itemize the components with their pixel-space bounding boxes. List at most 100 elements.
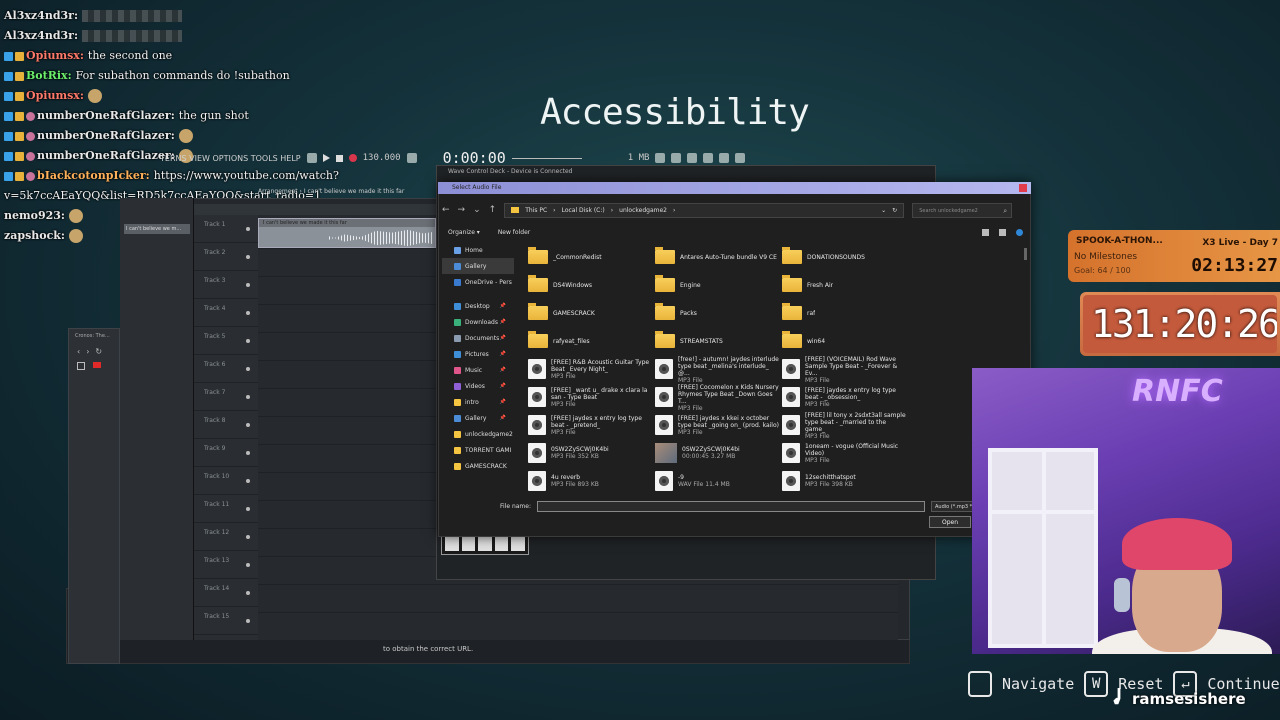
close-icon[interactable] <box>1019 184 1027 192</box>
chat-username[interactable]: Al3xz4nd3r: <box>4 29 78 42</box>
track-header[interactable]: Track 8 <box>194 411 258 439</box>
chat-username[interactable]: Al3xz4nd3r: <box>4 9 78 22</box>
track-mute-icon[interactable] <box>246 339 250 343</box>
file-item[interactable]: [FREE] R&B Acoustic Guitar Type Beat _Ev… <box>528 356 652 382</box>
sidebar-item[interactable]: Videos 📌 <box>442 378 514 394</box>
chat-username[interactable]: Opiumsx: <box>26 89 84 102</box>
folder-item[interactable]: STREAMSTATS <box>655 328 779 354</box>
browser-clip[interactable]: I can't believe we m... <box>124 224 190 234</box>
tool-icon[interactable] <box>703 153 714 163</box>
master-slider[interactable] <box>511 157 582 159</box>
folder-item[interactable]: DS4Windows <box>528 272 652 298</box>
tool-icon[interactable] <box>719 153 730 163</box>
chat-username[interactable]: BotRix: <box>26 69 72 82</box>
sidebar-item[interactable]: Desktop 📌 <box>442 298 514 314</box>
scrollbar[interactable] <box>1024 248 1027 260</box>
folder-item[interactable]: Engine <box>655 272 779 298</box>
track-mute-icon[interactable] <box>246 395 250 399</box>
track-mute-icon[interactable] <box>246 311 250 315</box>
crumb[interactable]: unlockedgame2 <box>619 207 667 214</box>
back-icon[interactable]: ← <box>442 205 450 215</box>
refresh-icon[interactable]: ↻ <box>892 207 897 214</box>
track-mute-icon[interactable] <box>246 423 250 427</box>
sidebar-item[interactable]: Gallery 📌 <box>442 410 514 426</box>
track-mute-icon[interactable] <box>246 591 250 595</box>
sidebar-item[interactable]: Music 📌 <box>442 362 514 378</box>
track-mute-icon[interactable] <box>246 507 250 511</box>
forward-icon[interactable]: → <box>458 205 466 215</box>
file-item[interactable]: 12sechitthatspot MP3 File 398 KB <box>782 468 906 494</box>
file-item[interactable]: [FREE] jaydes x entry log type beat - _p… <box>528 412 652 438</box>
file-item[interactable]: [FREE] (VOICEMAIL) Rod Wave Sample Type … <box>782 356 906 382</box>
folder-item[interactable]: DONATIONSOUNDS <box>782 244 906 270</box>
track-mute-icon[interactable] <box>246 227 250 231</box>
chevron-down-icon[interactable]: ⌄ <box>473 205 481 215</box>
crumb[interactable]: Local Disk (C:) <box>562 207 605 214</box>
chat-username[interactable]: numberOneRafGlazer: <box>37 109 175 122</box>
record-icon[interactable] <box>348 154 357 162</box>
folder-item[interactable]: rafyeat_files <box>528 328 652 354</box>
track-header[interactable]: Track 4 <box>194 299 258 327</box>
tempo-display[interactable]: 130.000 <box>363 153 401 163</box>
file-item[interactable]: 1oneam - vogue (Official Music Video) MP3… <box>782 440 906 466</box>
track-mute-icon[interactable] <box>246 535 250 539</box>
organize-button[interactable]: Organize ▾ <box>448 229 480 236</box>
file-type-select[interactable]: Audio (*.mp3 * <box>930 500 975 512</box>
track-mute-icon[interactable] <box>246 619 250 623</box>
sidebar-item[interactable]: Pictures 📌 <box>442 346 514 362</box>
track-header[interactable]: Track 6 <box>194 355 258 383</box>
file-item[interactable]: [FREE] _want u_ drake x clara la san - T… <box>528 384 652 410</box>
track-mute-icon[interactable] <box>246 255 250 259</box>
open-button[interactable]: Open <box>929 516 971 528</box>
file-item[interactable]: 0SW2ZySCWj0K4bi MP3 File 352 KB <box>528 440 652 466</box>
folder-item[interactable]: GAMESCRACK <box>528 300 652 326</box>
forward-icon[interactable]: › <box>86 347 89 356</box>
track-mute-icon[interactable] <box>246 563 250 567</box>
folder-item[interactable]: raf <box>782 300 906 326</box>
folder-item[interactable]: Fresh Air <box>782 272 906 298</box>
track-header[interactable]: Track 1 <box>194 215 258 243</box>
folder-item[interactable]: win64 <box>782 328 906 354</box>
chevron-down-icon[interactable]: ⌄ <box>881 207 886 214</box>
stop-icon[interactable] <box>335 154 343 162</box>
sidebar-item[interactable]: intro 📌 <box>442 394 514 410</box>
tool-icon[interactable] <box>671 153 682 163</box>
youtube-icon[interactable] <box>93 362 101 368</box>
tool-icon[interactable] <box>655 153 666 163</box>
help-icon[interactable] <box>1016 228 1023 236</box>
file-item[interactable]: -9 WAV File 11.4 MB <box>655 468 779 494</box>
file-name-input[interactable] <box>536 500 925 512</box>
sidebar-item[interactable]: TORRENT GAMI <box>442 442 514 458</box>
track-mute-icon[interactable] <box>246 283 250 287</box>
folder-item[interactable]: _CommonRedist <box>528 244 652 270</box>
track-header[interactable]: Track 5 <box>194 327 258 355</box>
file-item[interactable]: 0SW2ZySCWj0K4bi 00:00:45 3.27 MB <box>655 440 779 466</box>
chat-username[interactable]: nemo923: <box>4 209 65 222</box>
track-mute-icon[interactable] <box>246 451 250 455</box>
view-icon[interactable] <box>982 228 989 236</box>
chat-username[interactable]: numberOneRafGlazer: <box>37 149 175 162</box>
track-header[interactable]: Track 11 <box>194 495 258 523</box>
daw-menu[interactable]: TERNS VIEW OPTIONS TOOLS HELP <box>160 154 301 163</box>
file-item[interactable]: [FREE] jaydes x kkei x october type beat… <box>655 412 779 438</box>
track-header[interactable]: Track 2 <box>194 243 258 271</box>
sidebar-item[interactable]: OneDrive - Pers <box>442 274 514 290</box>
up-icon[interactable]: ↑ <box>489 205 497 215</box>
track-header[interactable]: Track 15 <box>194 607 258 635</box>
sidebar-item[interactable]: Documents 📌 <box>442 330 514 346</box>
address-bar[interactable]: This PC › Local Disk (C:) › unlockedgame… <box>504 202 905 218</box>
track-mute-icon[interactable] <box>246 367 250 371</box>
file-item[interactable]: 4u reverb MP3 File 893 KB <box>528 468 652 494</box>
track-header[interactable]: Track 7 <box>194 383 258 411</box>
track-header[interactable]: Track 14 <box>194 579 258 607</box>
sidebar-item[interactable]: Home <box>442 242 514 258</box>
sidebar-item[interactable]: Gallery <box>442 258 514 274</box>
reload-icon[interactable]: ↻ <box>95 347 102 356</box>
new-folder-button[interactable]: New folder <box>498 229 530 236</box>
audio-clip[interactable]: I can't believe we made it this far <box>258 218 436 248</box>
track-mute-icon[interactable] <box>246 479 250 483</box>
tool-icon[interactable] <box>687 153 698 163</box>
back-icon[interactable]: ‹ <box>77 347 80 356</box>
browser-tab[interactable]: Cronos: The... <box>69 329 119 343</box>
sidebar-item[interactable]: GAMESCRACK <box>442 458 514 474</box>
